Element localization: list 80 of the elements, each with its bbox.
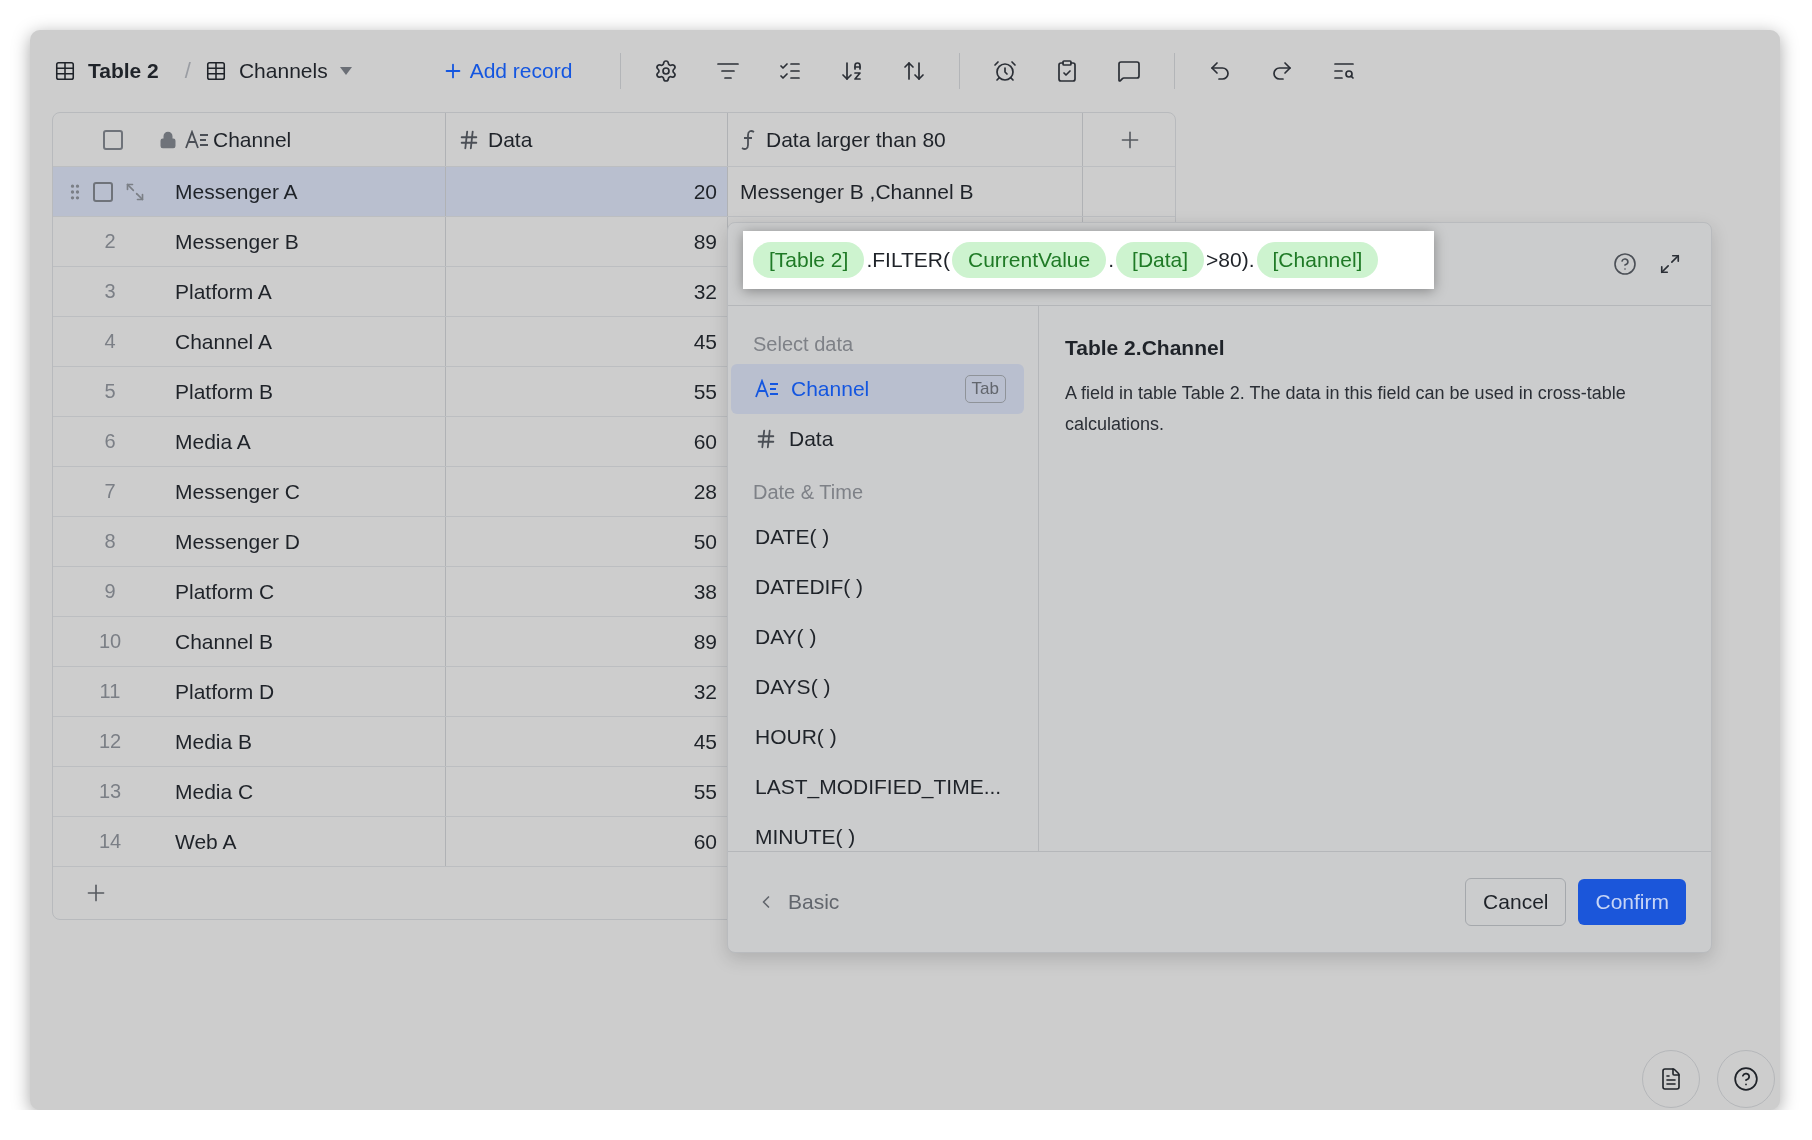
document-icon [1659, 1067, 1683, 1091]
table-cell: 38 [693, 579, 717, 604]
table-cell: Messenger B ,Channel B [740, 179, 974, 204]
table-cell: 55 [693, 779, 717, 804]
table-cell: 60 [693, 829, 717, 854]
view-name[interactable]: Channels [238, 59, 328, 83]
shortcut-key: Tab [964, 375, 1006, 403]
reference-token: [Table 2] [753, 242, 865, 278]
table-cell: Media C [175, 779, 254, 804]
row-number: 2 [103, 230, 117, 253]
row-number: 11 [98, 680, 122, 703]
hash-icon [458, 128, 480, 151]
row-height-icon [902, 59, 927, 83]
table-cell: Platform B [175, 379, 274, 404]
reference-token: [Data] [1116, 242, 1205, 278]
list-item[interactable]: Data [731, 414, 1024, 464]
row-number: 5 [103, 380, 117, 403]
row-number: 12 [97, 730, 123, 753]
formula-input[interactable]: [Table 2] .FILTER( CurrentValue . [Data] >80). [Channel] [743, 231, 1434, 289]
caret-icon [339, 67, 352, 75]
row-number: 7 [103, 480, 117, 503]
row-number: 14 [97, 830, 123, 853]
table-cell: 28 [693, 479, 717, 504]
help-icon [1733, 1066, 1759, 1092]
table-cell: Media A [175, 429, 251, 454]
back-button[interactable]: Basic [756, 890, 840, 914]
table-cell: Media B [175, 729, 253, 754]
expand-icon[interactable] [1659, 253, 1681, 275]
text-field-icon [185, 129, 209, 150]
table-cell: Messenger B [175, 229, 299, 254]
section-title: Date & Time [752, 479, 865, 505]
row-number: 9 [103, 580, 117, 603]
table-cell: Platform A [175, 279, 272, 304]
checkbox[interactable] [103, 129, 123, 150]
table-cell: Messenger D [175, 529, 300, 554]
text-field-icon [755, 379, 779, 399]
table-cell: Messenger C [175, 479, 300, 504]
cancel-button[interactable]: Cancel [1465, 878, 1567, 926]
table-cell: Channel B [175, 629, 274, 654]
table-icon [54, 60, 76, 82]
breadcrumb-separator: / [184, 58, 191, 84]
row-number: 4 [103, 330, 117, 353]
hash-icon [755, 428, 777, 450]
confirm-button[interactable]: Confirm [1578, 879, 1686, 925]
row-number: 13 [97, 780, 123, 803]
row-number: 3 [103, 280, 117, 303]
table-cell: 55 [693, 379, 717, 404]
table-cell: 60 [693, 429, 717, 454]
table-cell: 89 [693, 629, 717, 654]
alarm-clock-icon [993, 59, 1018, 83]
add-record-button[interactable]: Add record [441, 59, 573, 83]
table-row[interactable]: Messenger A 20 Messenger B ,Channel B [53, 167, 1175, 217]
settings-icon [654, 59, 679, 83]
table-name[interactable]: Table 2 [88, 59, 159, 83]
comment-icon [1117, 59, 1142, 83]
row-number: 6 [103, 430, 117, 453]
section-title: Select data [752, 331, 855, 357]
column-header[interactable]: Data [458, 127, 533, 152]
column-header[interactable]: Channel [185, 127, 292, 152]
table-cell: 32 [693, 279, 717, 304]
table-cell: 50 [693, 529, 717, 554]
checkbox[interactable] [93, 181, 113, 202]
formula-text: >80). [1205, 248, 1256, 272]
grid-view-icon [204, 60, 227, 82]
reference-token: CurrentValue [952, 242, 1107, 278]
help-icon[interactable] [1613, 252, 1637, 276]
column-header[interactable]: Data larger than 80 [740, 127, 946, 152]
row-number: 8 [103, 530, 117, 553]
table-cell: Platform D [175, 679, 275, 704]
table-cell: Messenger A [175, 179, 298, 204]
row-number: 10 [97, 630, 123, 653]
table-cell: Web A [175, 829, 237, 854]
table-cell: 89 [693, 229, 717, 254]
table-cell: 32 [693, 679, 717, 704]
reference-token: [Channel] [1256, 242, 1379, 278]
table-cell: 20 [693, 179, 717, 204]
table-cell: Channel A [175, 329, 272, 354]
table-cell: Platform C [175, 579, 275, 604]
table-cell: 45 [693, 729, 717, 754]
table-cell: 45 [693, 329, 717, 354]
